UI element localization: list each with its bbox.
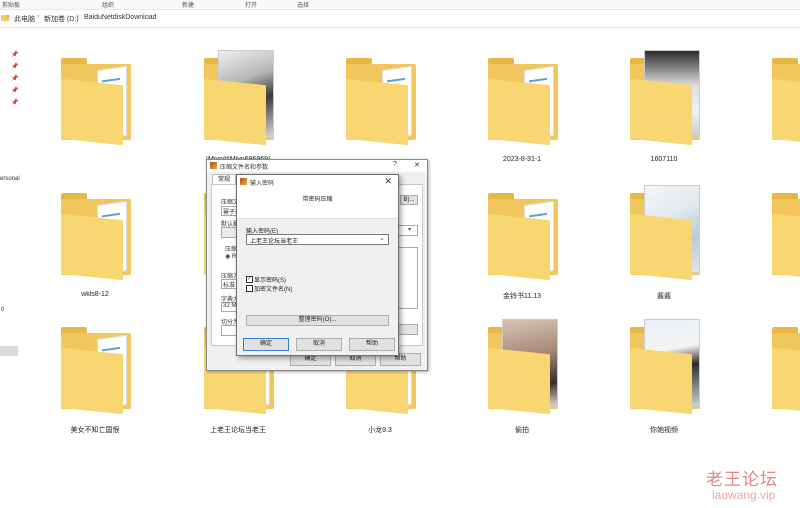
chevron-right-icon: › (7, 13, 10, 20)
photo-folder-icon (626, 315, 702, 415)
password-input[interactable]: 上老王论坛当老王 ⌄ (246, 234, 389, 245)
update-mode-select[interactable]: ▾ (398, 225, 418, 236)
pin-icon[interactable]: 📌 (11, 88, 18, 94)
folder-item[interactable] (320, 46, 440, 166)
photo-folder-icon (626, 46, 702, 146)
nav-item-selected[interactable] (0, 346, 18, 356)
watermark-url: laowang.vip (712, 488, 776, 502)
pin-icon[interactable]: 📌 (11, 52, 18, 58)
folder-label: 小龙9.3 (368, 427, 392, 434)
breadcrumb-drive-d[interactable]: 新加卷 (D:) (44, 14, 79, 24)
pin-icon[interactable]: 📌 (11, 64, 18, 70)
show-password-checkbox[interactable]: ✓ (246, 276, 253, 283)
folder-label: 偷拍 (515, 427, 529, 434)
ribbon-new[interactable]: 新建 (182, 0, 194, 9)
breadcrumb-this-pc[interactable]: 此电脑 (14, 14, 35, 24)
folder-icon (484, 181, 560, 281)
folder-icon (57, 181, 133, 281)
encrypt-filenames-checkbox[interactable] (246, 285, 253, 292)
folder-label: 酱酱 (657, 293, 671, 300)
close-icon[interactable]: ✕ (384, 176, 392, 187)
chevron-right-icon: › (77, 13, 80, 20)
photo-folder-item[interactable]: 1607110 (604, 46, 724, 166)
ribbon-select[interactable]: 选择 (297, 0, 309, 9)
ribbon-open[interactable]: 打开 (245, 0, 257, 9)
folder-icon (768, 46, 800, 146)
folder-item[interactable] (746, 315, 800, 435)
show-password-label[interactable]: 显示密码(S) (254, 275, 286, 284)
folder-icon (342, 46, 418, 146)
dialog-heading: 带密码压缩 (302, 197, 333, 203)
winrar-icon (240, 178, 247, 185)
folder-icon (484, 46, 560, 146)
organize-passwords-button[interactable]: 整理密码(O)... (246, 315, 389, 326)
nav-item-personal[interactable]: ersonal (0, 176, 20, 182)
folder-item[interactable]: 金铃书11.13 (462, 181, 582, 301)
ok-button[interactable]: 确定 (243, 338, 289, 351)
help-icon[interactable]: ? (393, 161, 397, 168)
enter-password-dialog: 输入密码 ✕ 带密码压缩 输入密码(E) 上老王论坛当老王 ⌄ ✓ 显示密码(S… (236, 174, 399, 356)
folder-item[interactable] (746, 46, 800, 166)
folder-icon (768, 315, 800, 415)
folder-icon (57, 315, 133, 415)
breadcrumb-baidunetdiskdownload[interactable]: BaiduNetdiskDownload (84, 14, 156, 21)
folder-label: 1607110 (650, 156, 678, 163)
title-bar: 输入密码 ✕ (237, 175, 398, 188)
nav-item-drive[interactable]: 0 (1, 307, 4, 313)
chevron-right-icon: › (37, 13, 40, 20)
ribbon-clipboard[interactable]: 剪贴板 (2, 0, 20, 9)
title-bar: 压缩文件名和参数 ? ✕ (207, 160, 427, 172)
photo-folder-icon (484, 315, 560, 415)
set-password-button[interactable] (398, 324, 418, 335)
navigation-pane: 📌 📌 📌 📌 📌 ersonal 0 (0, 28, 20, 508)
chevron-down-icon[interactable]: ⌄ (379, 234, 385, 242)
folder-item[interactable]: 2023-8-31-1 (462, 46, 582, 166)
photo-folder-item[interactable]: 酱酱 (604, 181, 724, 301)
dialog-title: 输入密码 (250, 181, 275, 187)
folder-item[interactable] (746, 181, 800, 301)
close-icon[interactable]: ✕ (414, 161, 420, 169)
folder-label: 美女不知亡国恨 (70, 427, 120, 434)
photo-folder-item[interactable]: 偷拍 (462, 315, 582, 435)
address-bar[interactable]: › 此电脑 › 新加卷 (D:) › BaiduNetdiskDownload (0, 10, 800, 28)
winrar-icon (210, 162, 217, 169)
photo-folder-item[interactable]: [Miyo@Miyo696969] (178, 46, 298, 166)
folder-label: 2023-8-31-1 (502, 156, 542, 163)
pin-icon[interactable]: 📌 (11, 100, 18, 106)
folder-label: wkls8-12 (81, 291, 109, 298)
password-value: 上老王论坛当老王 (250, 239, 299, 245)
pin-icon[interactable]: 📌 (11, 76, 18, 82)
help-button[interactable]: 帮助 (349, 338, 395, 351)
dialog-title: 压缩文件名和参数 (220, 165, 269, 171)
folder-label: 金铃书11.13 (503, 293, 541, 300)
browse-button[interactable]: B)... (400, 195, 418, 205)
cancel-button[interactable]: 取消 (296, 338, 342, 351)
watermark-logo-text: 老王论坛 (706, 470, 778, 489)
folder-label: 上老王论坛当老王 (210, 427, 266, 434)
photo-folder-item[interactable]: 你她视频 (604, 315, 724, 435)
folder-item[interactable]: wkls8-12 (35, 181, 155, 301)
folder-label: 你她视频 (650, 427, 678, 434)
folder-item[interactable]: 美女不知亡国恨 (35, 315, 155, 435)
folder-icon (57, 46, 133, 146)
ribbon-organize[interactable]: 组织 (102, 0, 114, 9)
folder-icon (768, 181, 800, 281)
dialog-header: 带密码压缩 (237, 188, 398, 219)
encrypt-filenames-label[interactable]: 加密文件名(N) (254, 284, 292, 293)
photo-folder-icon (200, 46, 276, 146)
ribbon: 剪贴板 组织 新建 打开 选择 (0, 0, 800, 10)
folder-item[interactable] (35, 46, 155, 166)
photo-folder-icon (626, 181, 702, 281)
